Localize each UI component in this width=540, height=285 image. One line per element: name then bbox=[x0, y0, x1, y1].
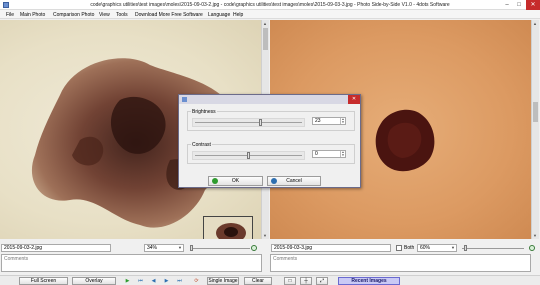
fit-icon[interactable]: □ bbox=[284, 277, 296, 285]
main-zoom-slider-track[interactable] bbox=[190, 248, 250, 249]
chevron-down-icon: ▼ bbox=[178, 245, 182, 250]
dialog-app-icon bbox=[182, 97, 187, 102]
ok-label: OK bbox=[231, 178, 240, 184]
scroll-up-icon[interactable]: ▲ bbox=[263, 21, 267, 26]
spin-arrows-icon[interactable]: ▲ ▼ bbox=[340, 118, 345, 124]
contrast-slider-knob[interactable] bbox=[247, 152, 250, 159]
next-icon[interactable]: ▶ bbox=[162, 277, 171, 285]
spin-arrows-icon[interactable]: ▲ ▼ bbox=[340, 151, 345, 157]
contrast-value: 0 bbox=[315, 151, 318, 157]
main-photo-zoom-select[interactable]: 34% ▼ bbox=[144, 244, 184, 252]
contrast-label: Contrast bbox=[191, 142, 212, 148]
last-icon[interactable]: ⏭ bbox=[175, 277, 184, 285]
brightness-slider[interactable] bbox=[192, 118, 305, 127]
menu-file[interactable]: File bbox=[6, 12, 14, 18]
main-photo-navigator[interactable] bbox=[203, 216, 253, 239]
menu-language[interactable]: Language bbox=[208, 12, 230, 18]
contrast-group: Contrast 0 ▲ ▼ bbox=[187, 142, 355, 164]
brightness-contrast-dialog: ✕ Brightness 23 ▲ ▼ Contrast 0 ▲ ▼ OK Canc… bbox=[178, 94, 361, 188]
scroll-thumb[interactable] bbox=[533, 102, 538, 122]
brightness-group: Brightness 23 ▲ ▼ bbox=[187, 109, 355, 131]
main-photo-comments[interactable]: Comments bbox=[1, 254, 262, 272]
cancel-icon bbox=[271, 178, 277, 184]
overlay-button[interactable]: Overlay bbox=[72, 277, 116, 285]
expand-icon[interactable]: ⤢ bbox=[316, 277, 328, 285]
zoom-icon[interactable] bbox=[529, 245, 535, 251]
both-checkbox[interactable] bbox=[396, 245, 402, 251]
menu-bar: File Main Photo Comparison Photo View To… bbox=[0, 10, 540, 19]
window-title: code\graphics utilities\test images\mole… bbox=[90, 2, 450, 8]
brightness-label: Brightness bbox=[191, 109, 217, 115]
dialog-close-button[interactable]: ✕ bbox=[348, 95, 360, 104]
first-icon[interactable]: ⏮ bbox=[136, 277, 145, 285]
brightness-slider-line bbox=[195, 122, 302, 123]
ok-button[interactable]: OK bbox=[208, 176, 263, 186]
main-photo-filename[interactable]: 2015-09-03-2.jpg bbox=[1, 244, 111, 252]
comparison-zoom-slider-knob[interactable] bbox=[464, 245, 467, 251]
zoom-icon[interactable] bbox=[251, 245, 257, 251]
previous-icon[interactable]: ◀ bbox=[149, 277, 158, 285]
main-zoom-value: 34% bbox=[147, 245, 158, 251]
close-button[interactable]: ✕ bbox=[526, 0, 540, 10]
menu-download[interactable]: Download More Free Software bbox=[135, 12, 203, 18]
check-icon bbox=[212, 178, 218, 184]
comparison-zoom-value: 60% bbox=[420, 245, 431, 251]
refresh-icon[interactable]: ⟳ bbox=[192, 277, 201, 285]
menu-help[interactable]: Help bbox=[233, 12, 243, 18]
brightness-slider-knob[interactable] bbox=[259, 119, 262, 126]
both-label: Both bbox=[404, 245, 415, 251]
full-screen-button[interactable]: Full Screen bbox=[19, 277, 68, 285]
contrast-slider[interactable] bbox=[192, 151, 305, 160]
maximize-button[interactable]: □ bbox=[513, 0, 525, 10]
minimize-button[interactable]: – bbox=[501, 0, 513, 10]
main-navigator-preview bbox=[216, 223, 246, 239]
main-zoom-slider-knob[interactable] bbox=[190, 245, 193, 251]
cancel-label: Cancel bbox=[286, 178, 302, 184]
brightness-value-input[interactable]: 23 ▲ ▼ bbox=[312, 117, 346, 125]
scroll-down-icon[interactable]: ▼ bbox=[533, 233, 537, 238]
title-bar: code\graphics utilities\test images\mole… bbox=[0, 0, 540, 10]
comparison-photo-comments[interactable]: Comments bbox=[270, 254, 531, 272]
menu-view[interactable]: View bbox=[99, 12, 110, 18]
comparison-zoom-slider-track[interactable] bbox=[462, 248, 524, 249]
scroll-down-icon[interactable]: ▼ bbox=[263, 233, 267, 238]
single-image-button[interactable]: Single Image bbox=[207, 277, 239, 285]
dialog-title-bar: ✕ bbox=[179, 95, 360, 104]
recent-images-button[interactable]: Recent Images bbox=[338, 277, 400, 285]
bottom-toolbar: Full Screen Overlay ▶ ⏮ ◀ ▶ ⏭ ⟳ Single I… bbox=[0, 275, 540, 285]
crosshair-icon[interactable]: ┼ bbox=[300, 277, 312, 285]
cancel-button[interactable]: Cancel bbox=[267, 176, 321, 186]
menu-main-photo[interactable]: Main Photo bbox=[20, 12, 45, 18]
contrast-value-input[interactable]: 0 ▲ ▼ bbox=[312, 150, 346, 158]
comparison-photo-zoom-select[interactable]: 60% ▼ bbox=[417, 244, 457, 252]
clear-button[interactable]: Clear bbox=[244, 277, 272, 285]
scroll-up-icon[interactable]: ▲ bbox=[533, 21, 537, 26]
comparison-photo-filename[interactable]: 2015-09-03-3.jpg bbox=[271, 244, 391, 252]
comparison-photo-vertical-scrollbar[interactable]: ▲ ▼ bbox=[531, 20, 539, 239]
play-icon[interactable]: ▶ bbox=[123, 277, 132, 285]
chevron-down-icon: ▼ bbox=[451, 245, 455, 250]
brightness-value: 23 bbox=[315, 118, 321, 124]
menu-comparison-photo[interactable]: Comparison Photo bbox=[53, 12, 94, 18]
menu-tools[interactable]: Tools bbox=[116, 12, 128, 18]
scroll-thumb[interactable] bbox=[263, 28, 268, 50]
